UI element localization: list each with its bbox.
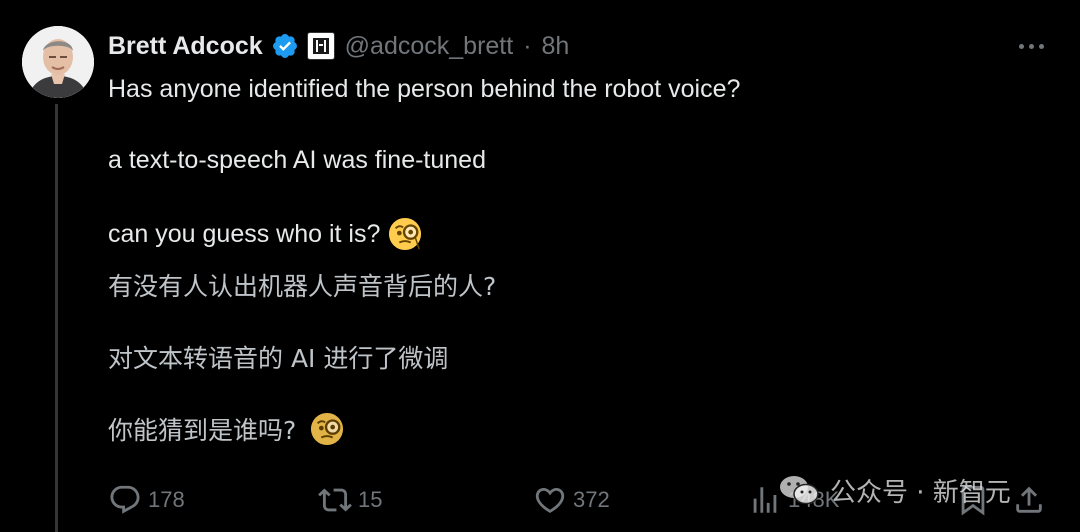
share-icon <box>1016 486 1042 513</box>
tweet-text-line-6: 你能猜到是谁吗? <box>108 411 344 447</box>
tweet: Brett Adcock @adcock_brett · 8h Has anyo… <box>0 0 1080 532</box>
repost-count: 15 <box>358 487 383 512</box>
share-button[interactable] <box>1012 480 1046 520</box>
bookmark-icon <box>961 485 985 516</box>
tweet-text-line-4: 有没有人认出机器人声音背后的人? <box>108 267 496 303</box>
views-button[interactable]: 148K <box>748 480 839 520</box>
views-chart-icon <box>753 487 777 513</box>
avatar[interactable] <box>22 26 94 98</box>
tweet-text-line-3: can you guess who it is? <box>108 216 422 252</box>
tweet-text-en-1: Has anyone identified the person behind … <box>108 74 741 103</box>
handle[interactable]: @adcock_brett <box>345 32 514 61</box>
thread-line <box>55 104 58 532</box>
meta-separator: · <box>523 31 532 60</box>
display-name[interactable]: Brett Adcock <box>108 32 263 61</box>
verified-badge-icon[interactable] <box>271 32 299 60</box>
reply-count: 178 <box>148 487 185 512</box>
tweet-text-line-2: a text-to-speech AI was fine-tuned <box>108 143 486 177</box>
like-button[interactable]: 372 <box>533 480 610 520</box>
more-options-icon[interactable] <box>1019 36 1044 56</box>
bookmark-button[interactable] <box>956 480 990 520</box>
tweet-header: Brett Adcock @adcock_brett · 8h <box>108 29 569 63</box>
timestamp[interactable]: 8h <box>542 32 570 61</box>
tweet-text-zh-1: 有没有人认出机器人声音背后的人? <box>108 272 497 301</box>
views-count: 148K <box>788 487 840 512</box>
tweet-text-line-1: Has anyone identified the person behind … <box>108 72 740 106</box>
repost-icon <box>318 488 352 512</box>
tweet-text-zh-2: 对文本转语音的 AI 进行了微调 <box>108 344 449 373</box>
tweet-text-en-3: can you guess who it is? <box>108 219 381 248</box>
tweet-text-line-5: 对文本转语音的 AI 进行了微调 <box>108 339 448 375</box>
repost-button[interactable]: 15 <box>318 480 382 520</box>
reply-button[interactable]: 178 <box>108 480 185 520</box>
reply-icon <box>110 485 140 514</box>
monocle-face-emoji-icon <box>389 217 422 251</box>
monocle-face-emoji-icon-2 <box>311 412 344 446</box>
like-count: 372 <box>573 487 610 512</box>
avatar-image <box>22 26 94 98</box>
heart-icon <box>535 487 565 513</box>
tweet-text-zh-3: 你能猜到是谁吗? <box>108 416 297 445</box>
affiliation-badge-icon[interactable] <box>306 32 335 60</box>
tweet-text-en-2: a text-to-speech AI was fine-tuned <box>108 145 486 174</box>
action-bar: 178 15 372 148K <box>108 480 1048 520</box>
